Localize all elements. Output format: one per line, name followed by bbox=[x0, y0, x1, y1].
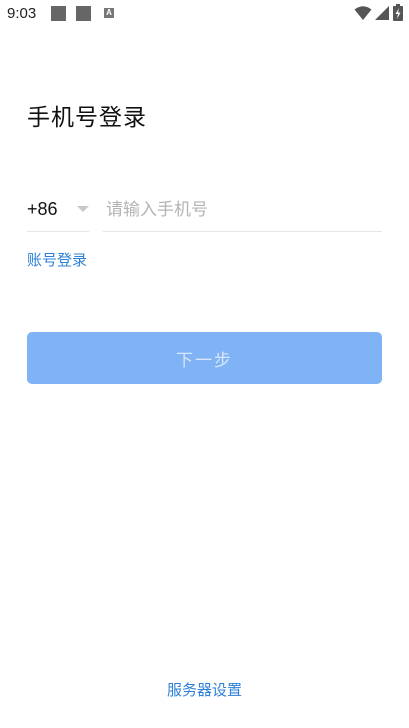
status-icons bbox=[354, 4, 403, 21]
status-time: 9:03 bbox=[7, 5, 37, 22]
next-button[interactable]: 下一步 bbox=[27, 332, 382, 384]
cellular-icon bbox=[375, 5, 389, 20]
dropdown-arrow-icon bbox=[77, 206, 89, 212]
server-settings-link[interactable]: 服务器设置 bbox=[0, 679, 409, 700]
notification-square-icon bbox=[76, 6, 91, 21]
wifi-icon bbox=[354, 5, 372, 20]
status-bar: 9:03 A bbox=[0, 0, 409, 28]
notification-square-icon bbox=[51, 6, 66, 21]
phone-input[interactable] bbox=[106, 196, 376, 224]
phone-field bbox=[103, 194, 382, 232]
page-title: 手机号登录 bbox=[27, 105, 147, 131]
country-code-selector[interactable]: +86 bbox=[27, 194, 89, 232]
a-notification-icon: A bbox=[104, 8, 114, 18]
battery-charging-icon bbox=[393, 4, 403, 21]
country-code-value: +86 bbox=[27, 199, 58, 219]
account-login-link[interactable]: 账号登录 bbox=[27, 249, 87, 270]
